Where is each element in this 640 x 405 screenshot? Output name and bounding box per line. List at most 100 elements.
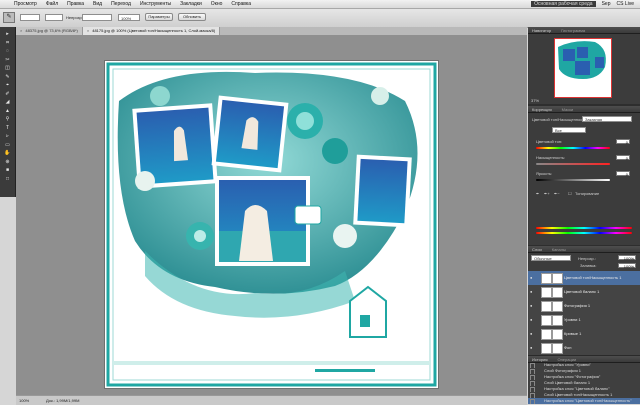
tool-icon[interactable]: ◌ [2, 48, 13, 55]
layer-row[interactable]: ● Кривые 1 [528, 327, 640, 342]
adjustments-panel-title[interactable]: Коррекция Маски [528, 106, 640, 113]
lightness-slider[interactable] [536, 179, 610, 181]
refresh-button[interactable]: Обновить [178, 13, 206, 21]
tool-icon[interactable]: ▲ [2, 108, 13, 115]
navigator-thumbnail[interactable] [554, 38, 612, 98]
saturation-slider[interactable] [536, 163, 610, 165]
history-item[interactable]: Настройка слоя "Цветовой тон/Насыщенност… [528, 398, 640, 404]
close-icon[interactable]: × [87, 28, 89, 33]
layer-row[interactable]: ● Уровни 1 [528, 313, 640, 328]
menu-vid[interactable]: Вид [93, 1, 102, 7]
menu-view[interactable]: Просмотр [14, 1, 37, 7]
layer-thumbnail [541, 343, 552, 354]
eye-icon[interactable]: ● [530, 345, 536, 350]
tool-icon[interactable]: ✂ [2, 57, 13, 64]
eye-icon[interactable]: ● [530, 289, 536, 294]
tool-icon[interactable]: ▭ [2, 142, 13, 149]
tool-icon[interactable]: ▸ [2, 31, 13, 38]
tool-icon[interactable]: ⌗ [2, 40, 13, 47]
layer-mask-thumbnail[interactable] [552, 343, 563, 354]
navigator-zoom[interactable]: 37% [531, 98, 539, 103]
tool-icon[interactable]: ⊕ [2, 159, 13, 166]
history-panel-title[interactable]: История Операции [528, 356, 640, 363]
navigator-view[interactable]: 37% [528, 34, 640, 104]
tool-icon[interactable]: ✎ [2, 74, 13, 81]
eye-icon[interactable]: ● [530, 331, 536, 336]
tool-icon[interactable]: ◫ [2, 65, 13, 72]
eyedropper-icon[interactable]: ✒ [536, 191, 539, 196]
adjust-preset-select[interactable]: Заказная [582, 116, 632, 122]
menu-bookmarks[interactable]: Закладки [180, 1, 202, 7]
menu-help[interactable]: Справка [231, 1, 251, 7]
hue-label: Цветовой тон: [536, 139, 563, 144]
layer-mask-thumbnail[interactable] [552, 315, 563, 326]
saturation-value[interactable]: 0 [616, 155, 630, 161]
zoom-field[interactable]: 100% [118, 14, 140, 21]
status-doc: Док.: 1,99M/1,99M [46, 398, 80, 403]
menu-file[interactable]: Файл [46, 1, 58, 7]
eye-icon[interactable]: ● [530, 303, 536, 308]
layer-mask-thumbnail[interactable] [552, 287, 563, 298]
layers-panel-title[interactable]: Слои Каналы [528, 246, 640, 253]
layer-row[interactable]: ● Цветовой тон/Насыщенность 1 [528, 271, 640, 286]
navigator-panel-title[interactable]: Навигатор Гистограмма [528, 27, 640, 34]
document-tab[interactable]: × 48175.jpg @ 100% (Цветовой тон/Насыщенн… [82, 27, 221, 35]
canvas-area[interactable] [16, 36, 527, 395]
menu-go[interactable]: Переход [111, 1, 131, 7]
tool-icon[interactable]: ▹ [2, 133, 13, 140]
layer-mask-thumbnail[interactable] [552, 273, 563, 284]
histogram-tab[interactable]: Гистограмма [561, 28, 585, 33]
tool-icon[interactable]: ■ [2, 167, 13, 174]
tool-icon[interactable]: ✐ [2, 91, 13, 98]
channels-tab[interactable]: Каналы [552, 247, 566, 252]
mode-field[interactable] [45, 14, 63, 21]
tool-icon[interactable]: ◢ [2, 99, 13, 106]
layer-mask-thumbnail[interactable] [552, 301, 563, 312]
opacity-field[interactable] [82, 14, 112, 21]
layers-fill-value[interactable]: 100% [618, 263, 636, 269]
layer-row[interactable]: ● Цветовой баланс 1 [528, 285, 640, 300]
eyedropper-minus-icon[interactable]: ✒− [554, 191, 560, 196]
layer-row[interactable]: ● Фон [528, 341, 640, 356]
adjustments-tab[interactable]: Коррекция [532, 107, 552, 112]
blend-mode-select[interactable]: Обычные [531, 255, 571, 261]
size-field[interactable] [20, 14, 40, 21]
colorize-checkbox[interactable]: ☐ [568, 191, 572, 196]
eye-icon[interactable]: ● [530, 275, 536, 280]
tool-icon[interactable]: ⌖ [2, 82, 13, 89]
hue-value[interactable]: 0 [616, 139, 630, 145]
document-tab[interactable]: × 48375.jpg @ 73,6% (RGB/8*) [16, 27, 83, 35]
tool-icon[interactable]: ⚲ [2, 116, 13, 123]
layers-tab[interactable]: Слои [532, 247, 542, 252]
layer-name: Цветовой баланс 1 [564, 289, 600, 294]
tool-icon[interactable]: T [2, 125, 13, 132]
actions-tab[interactable]: Операции [558, 357, 577, 362]
tools-panel: ▸ ⌗ ◌ ✂ ◫ ✎ ⌖ ✐ ◢ ▲ ⚲ T ▹ ▭ ✋ ⊕ ■ □ [0, 27, 16, 197]
history-tab[interactable]: История [532, 357, 548, 362]
artboard[interactable] [105, 61, 438, 388]
options-button[interactable]: Параметры [145, 13, 173, 21]
eyedropper-plus-icon[interactable]: ✒+ [544, 191, 550, 196]
tool-icon[interactable]: □ [2, 176, 13, 183]
eye-icon[interactable]: ● [530, 317, 536, 322]
workspace-menu[interactable]: Основная рабочая среда [531, 1, 596, 7]
layers-opacity-value[interactable]: 100% [618, 255, 636, 261]
channel-select[interactable]: Все [552, 127, 586, 133]
navigator-tab[interactable]: Навигатор [532, 28, 551, 33]
menu-edit[interactable]: Правка [67, 1, 84, 7]
hue-slider[interactable] [536, 147, 610, 149]
close-icon[interactable]: × [20, 28, 22, 33]
masks-tab[interactable]: Маски [562, 107, 574, 112]
lightness-value[interactable]: 0 [616, 171, 630, 177]
layer-row[interactable]: ● Фотография 1 [528, 299, 640, 314]
layer-mask-thumbnail[interactable] [552, 329, 563, 340]
saturation-label: Насыщенность: [536, 155, 566, 160]
tool-preset-icon[interactable]: ✎ [3, 12, 15, 23]
history-item-label: Настройка слоя "Цветовой тон/Насыщенност… [544, 398, 632, 403]
menu-tools[interactable]: Инструменты [140, 1, 171, 7]
status-zoom[interactable]: 100% [19, 398, 29, 403]
right-panels: Навигатор Гистограмма 37% Коррекция Маски … [528, 27, 640, 404]
menu-window[interactable]: Окно [211, 1, 223, 7]
tool-icon[interactable]: ✋ [2, 150, 13, 157]
cs-live-button[interactable]: CS Live [616, 1, 634, 7]
